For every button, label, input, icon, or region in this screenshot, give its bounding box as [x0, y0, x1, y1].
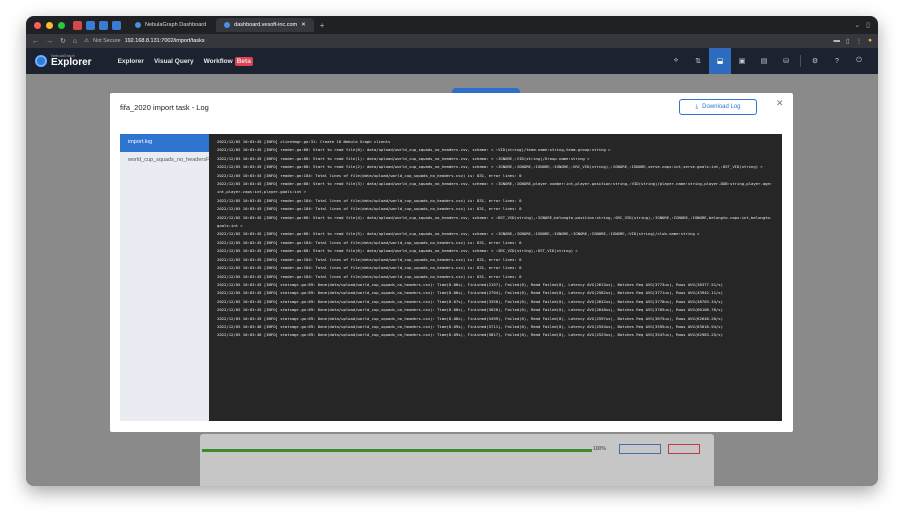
template-icon[interactable]: ▤ [753, 48, 775, 74]
log-line: 2022/12/05 10:03:45 [INFO] reader.go:184… [217, 256, 522, 262]
pinned-tab-icon[interactable] [112, 20, 121, 30]
toolbar-divider [800, 55, 801, 67]
tab-favicon-icon [224, 22, 231, 28]
log-line: 2022/12/05 10:03:45 [INFO] statsmgr.go:8… [217, 315, 723, 321]
log-line: 2022/12/05 10:03:45 [INFO] reader.go:68:… [217, 214, 773, 229]
download-icon: ⤓ [695, 103, 699, 110]
log-file-item[interactable]: world_cup_squads_no_headersFail.csv [120, 152, 225, 170]
log-output-panel[interactable]: 2022/12/05 10:03:45 [INFO] clientmgr.go:… [209, 134, 782, 421]
sort-icon[interactable]: ⇅ [687, 48, 709, 74]
reload-icon[interactable]: ↻ [60, 37, 66, 45]
menu-item-workflow-label: Workflow [203, 57, 233, 65]
maximize-window-button[interactable] [58, 21, 65, 29]
log-line: 2022/12/05 10:03:45 [INFO] statsmgr.go:8… [217, 281, 723, 287]
log-line: 2022/12/05 10:03:45 [INFO] reader.go:184… [217, 265, 522, 271]
nebula-logo-icon [35, 55, 47, 67]
back-icon[interactable]: ← [32, 38, 39, 45]
browser-tab-bar: NebulaGraph Dashboard dashboard.vesoft-i… [26, 16, 878, 34]
graph-schema-icon[interactable]: ⟡ [665, 48, 687, 74]
profile-avatar[interactable]: ● [868, 37, 872, 45]
forward-icon[interactable]: → [46, 38, 53, 45]
lock-icon[interactable]: ▯ [866, 21, 870, 29]
logout-icon[interactable]: ⏻ [848, 48, 870, 74]
log-line: 2022/12/05 10:03:45 [INFO] reader.go:184… [217, 197, 522, 203]
log-line: 2022/12/05 10:03:45 [INFO] reader.go:68:… [217, 164, 763, 170]
log-line: 2022/12/05 10:03:45 [INFO] statsmgr.go:8… [217, 307, 723, 313]
log-line: 2022/12/05 10:03:45 [INFO] reader.go:68:… [217, 181, 773, 195]
log-line: 2022/12/05 10:03:45 [INFO] statsmgr.go:8… [217, 298, 723, 304]
import-log-modal: fifa_2020 import task - Log ⤓ Download L… [110, 93, 793, 432]
menu-item-visual-query[interactable]: Visual Query [154, 58, 194, 65]
tab-bar-controls: ⌄ ▯ [854, 21, 870, 29]
tab-label: dashboard.vesoft-inc.com [234, 22, 298, 28]
app-toolbar-icons: ⟡ ⇅ ⬓ ▣ ▤ ⛁ ⚙ ? ⏻ [665, 48, 870, 74]
download-log-button[interactable]: ⤓ Download Log [679, 99, 757, 115]
close-window-button[interactable] [34, 21, 41, 29]
modal-title: fifa_2020 import task - Log [120, 103, 209, 112]
address-bar: ← → ↻ ⌂ ⚠ Not Secure 192.168.8.131:7002/… [26, 34, 878, 48]
pinned-tab-icon[interactable] [86, 20, 95, 30]
extensions-icon[interactable]: ▬ [833, 37, 840, 45]
log-line: 2022/12/05 10:03:46 [INFO] statsmgr.go:8… [217, 323, 723, 329]
log-line: 2022/12/05 10:03:46 [INFO] statsmgr.go:8… [217, 332, 723, 338]
database-icon[interactable]: ⛁ [775, 48, 797, 74]
not-secure-warning-icon: ⚠ [84, 38, 90, 44]
log-line: 2022/12/05 10:03:45 [INFO] reader.go:184… [217, 206, 522, 212]
pinned-tab-icon[interactable] [99, 20, 108, 30]
console-icon[interactable]: ▣ [731, 48, 753, 74]
logo-title: Explorer [51, 57, 92, 68]
beta-badge: Beta [234, 56, 253, 66]
settings-icon[interactable]: ⚙ [804, 48, 826, 74]
browser-tab[interactable]: NebulaGraph Dashboard [127, 18, 214, 32]
security-label: Not Secure [93, 38, 121, 44]
window-controls [34, 21, 65, 29]
log-line: 2022/12/05 10:03:45 [INFO] clientmgr.go:… [217, 139, 391, 144]
log-file-list: import.log world_cup_squads_no_headersFa… [120, 134, 225, 421]
progress-percent: 100% [593, 446, 606, 452]
tab-search-icon[interactable]: ⌄ [854, 21, 860, 29]
tab-label: NebulaGraph Dashboard [145, 22, 207, 28]
log-line: 2022/12/05 10:03:45 [INFO] reader.go:68:… [217, 231, 700, 237]
app-navbar: NebulaGraph Explorer Explorer Visual Que… [26, 48, 878, 74]
pinned-tabs [73, 20, 121, 30]
tab-favicon-icon [135, 22, 141, 28]
help-icon[interactable]: ? [826, 48, 848, 74]
background-task-card [200, 434, 714, 486]
log-line: 2022/12/05 10:03:45 [INFO] statsmgr.go:8… [217, 290, 723, 296]
browser-toolbar-icons: ▬ ▯ ⋮ ● [833, 37, 872, 45]
tab-close-icon[interactable]: ✕ [301, 22, 306, 28]
log-line: 2022/12/05 10:03:45 [INFO] reader.go:68:… [217, 248, 578, 254]
log-line: 2022/12/05 10:03:45 [INFO] reader.go:68:… [217, 147, 611, 153]
minimize-window-button[interactable] [46, 21, 53, 29]
new-tab-icon[interactable]: + [320, 21, 325, 30]
background-delete-button[interactable] [668, 444, 700, 454]
app-logo[interactable]: NebulaGraph Explorer [35, 54, 92, 68]
log-line: 2022/12/05 10:03:45 [INFO] reader.go:68:… [217, 155, 590, 161]
log-line: 2022/12/05 10:03:45 [INFO] reader.go:184… [217, 239, 522, 245]
task-progress-bar [202, 449, 592, 452]
modal-close-icon[interactable]: ✕ [776, 98, 784, 109]
menu-icon[interactable]: ⋮ [856, 37, 863, 45]
log-file-item[interactable]: import.log [120, 134, 209, 152]
log-line: 2022/12/05 10:03:45 [INFO] reader.go:184… [217, 172, 522, 178]
menu-item-explorer[interactable]: Explorer [118, 58, 144, 65]
log-line: 2022/12/05 10:03:45 [INFO] reader.go:184… [217, 273, 522, 279]
pinned-tab-icon[interactable] [73, 20, 82, 30]
sidebar-icon[interactable]: ▯ [846, 37, 850, 45]
main-menu: Explorer Visual Query Workflow Beta [118, 56, 253, 66]
url-field[interactable]: ⚠ Not Secure 192.168.8.131:7002/import/t… [84, 38, 205, 44]
background-action-button[interactable] [619, 444, 661, 454]
menu-item-workflow[interactable]: Workflow Beta [203, 56, 253, 66]
url-text: 192.168.8.131:7002/import/tasks [124, 38, 205, 44]
browser-tab-active[interactable]: dashboard.vesoft-inc.com ✕ [216, 18, 314, 32]
home-icon[interactable]: ⌂ [73, 38, 77, 45]
import-icon[interactable]: ⬓ [709, 48, 731, 74]
download-log-label: Download Log [702, 104, 741, 110]
